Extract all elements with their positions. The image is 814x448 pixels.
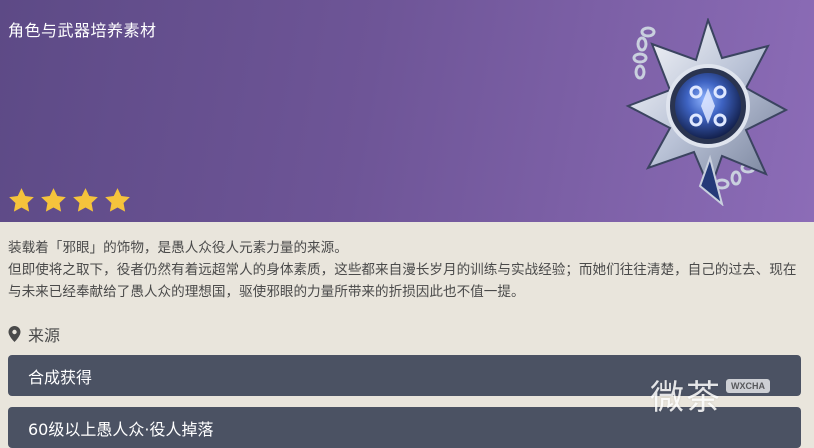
star-icon [73, 188, 98, 212]
location-pin-icon [8, 326, 21, 342]
item-banner: 角色与武器培养素材 [0, 0, 814, 222]
item-category: 角色与武器培养素材 [8, 21, 157, 40]
source-label: 来源 [28, 326, 61, 345]
star-icon [41, 188, 66, 212]
watermark: 微茶 WXCHA [650, 370, 770, 419]
source-entry-label: 合成获得 [28, 367, 93, 387]
watermark-text: 微茶 [650, 378, 722, 418]
vision-pendant-icon [625, 18, 789, 206]
watermark-badge: WXCHA [726, 378, 770, 393]
rarity-stars [7, 186, 132, 215]
source-entry-label: 60级以上愚人众·役人掉落 [28, 419, 214, 439]
item-description: 装载着「邪眼」的饰物，是愚人众役人元素力量的来源。 但即使将之取下，役者仍然有着… [8, 237, 808, 303]
star-icon [105, 188, 130, 212]
star-icon [9, 188, 34, 212]
description-line: 但即使将之取下，役者仍然有着远超常人的身体素质，这些都来自漫长岁月的训练与实战经… [8, 262, 797, 300]
description-line: 装载着「邪眼」的饰物，是愚人众役人元素力量的来源。 [8, 240, 348, 256]
source-heading: 来源 [8, 322, 60, 346]
